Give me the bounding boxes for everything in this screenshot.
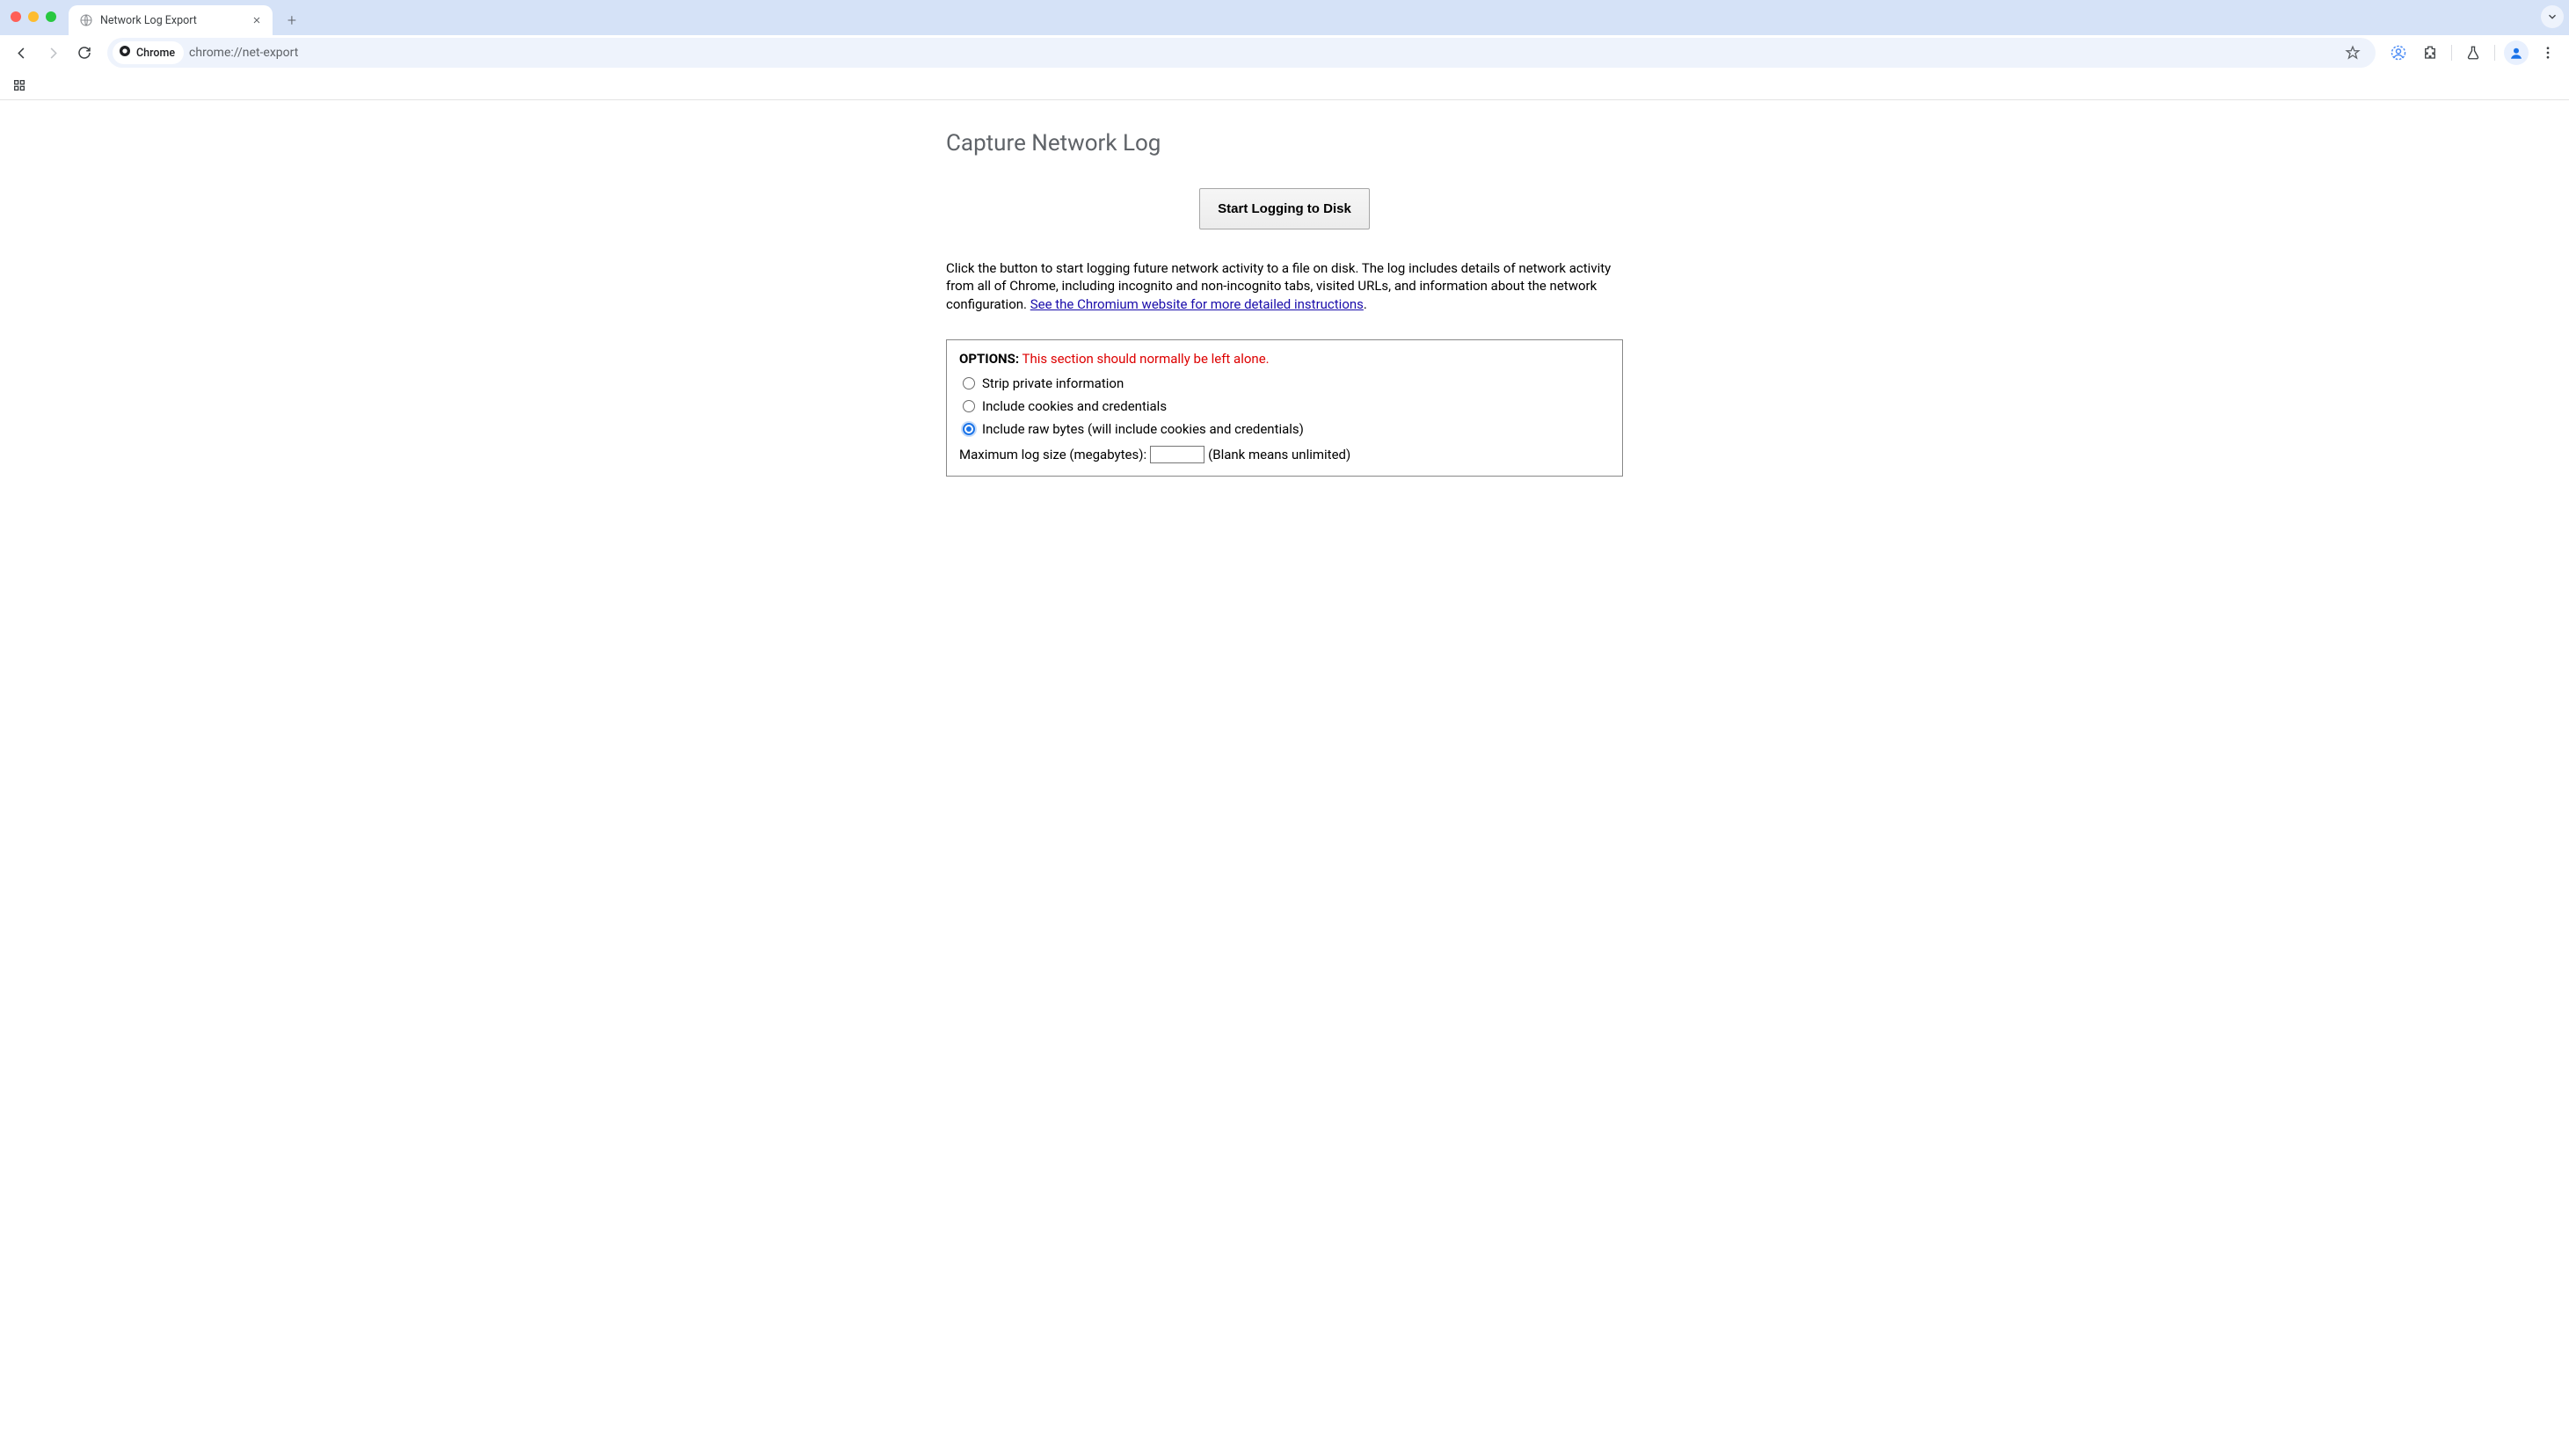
options-box: OPTIONS: This section should normally be… — [946, 339, 1623, 477]
description-paragraph: Click the button to start logging future… — [946, 259, 1623, 313]
profile-button[interactable] — [2502, 39, 2530, 67]
reload-button[interactable] — [70, 39, 98, 67]
max-size-input[interactable] — [1150, 446, 1204, 463]
radio-option-1[interactable]: Include cookies and credentials — [963, 398, 1610, 414]
start-logging-button[interactable]: Start Logging to Disk — [1199, 188, 1370, 229]
toolbar-divider — [2451, 45, 2452, 61]
browser-toolbar: Chrome chrome://net-export — [0, 35, 2569, 70]
globe-icon — [79, 13, 93, 27]
browser-tab[interactable]: Network Log Export — [69, 5, 273, 35]
back-button[interactable] — [7, 39, 35, 67]
bookmark-star-button[interactable] — [2339, 39, 2367, 67]
browser-chrome: Network Log Export + Chrome chr — [0, 0, 2569, 100]
tab-close-button[interactable] — [250, 13, 264, 27]
window-close-button[interactable] — [11, 11, 21, 22]
radio-button[interactable] — [963, 377, 975, 389]
max-size-hint: (Blank means unlimited) — [1208, 447, 1350, 462]
window-controls — [11, 11, 56, 22]
site-chip[interactable]: Chrome — [113, 41, 184, 64]
page-title: Capture Network Log — [946, 130, 1623, 157]
max-size-row: Maximum log size (megabytes): (Blank mea… — [959, 446, 1610, 463]
new-tab-button[interactable]: + — [280, 8, 304, 33]
radio-label: Strip private information — [982, 375, 1124, 391]
radio-button[interactable] — [963, 400, 975, 412]
chromium-instructions-link[interactable]: See the Chromium website for more detail… — [1030, 296, 1364, 312]
site-chip-label: Chrome — [136, 47, 175, 60]
max-size-label: Maximum log size (megabytes): — [959, 447, 1146, 462]
description-text-post: . — [1364, 296, 1367, 312]
radio-label: Include cookies and credentials — [982, 398, 1167, 414]
menu-button[interactable] — [2534, 39, 2562, 67]
url-text: chrome://net-export — [189, 46, 298, 60]
chrome-logo-icon — [118, 44, 132, 62]
account-sync-icon[interactable] — [2384, 39, 2413, 67]
page-content: Capture Network Log Start Logging to Dis… — [0, 100, 2569, 494]
extensions-button[interactable] — [2416, 39, 2444, 67]
bookmarks-bar — [0, 70, 2569, 100]
apps-grid-button[interactable] — [7, 73, 32, 98]
radio-label: Include raw bytes (will include cookies … — [982, 421, 1304, 437]
tab-title: Network Log Export — [100, 14, 243, 27]
labs-button[interactable] — [2459, 39, 2487, 67]
options-header: OPTIONS: This section should normally be… — [959, 351, 1610, 367]
radio-option-2[interactable]: Include raw bytes (will include cookies … — [963, 421, 1610, 437]
options-warning: This section should normally be left alo… — [1023, 351, 1270, 367]
address-bar[interactable]: Chrome chrome://net-export — [107, 38, 2376, 68]
options-label: OPTIONS: — [959, 351, 1019, 367]
window-minimize-button[interactable] — [28, 11, 39, 22]
forward-button[interactable] — [39, 39, 67, 67]
tabs-dropdown-button[interactable] — [2541, 5, 2564, 28]
radio-option-0[interactable]: Strip private information — [963, 375, 1610, 391]
radio-button[interactable] — [963, 423, 975, 435]
toolbar-divider — [2494, 45, 2495, 61]
window-maximize-button[interactable] — [46, 11, 56, 22]
tab-strip: Network Log Export + — [0, 0, 2569, 35]
